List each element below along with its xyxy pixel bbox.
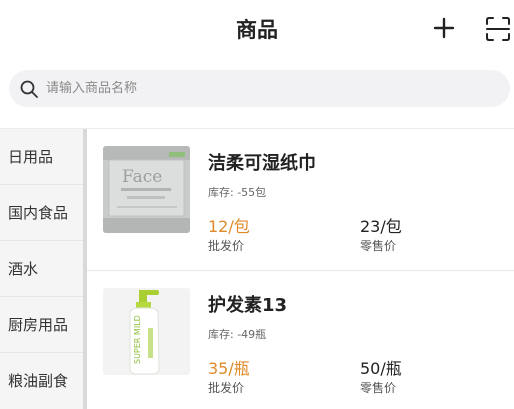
wholesale-price: 12/包	[208, 217, 250, 236]
scan-button[interactable]	[485, 16, 511, 42]
product-image: Face	[103, 146, 190, 233]
retail-price: 50/瓶	[360, 359, 402, 378]
product-image: SUPER MILD	[103, 288, 190, 375]
svg-text:Face: Face	[122, 167, 162, 187]
scan-icon	[486, 17, 510, 41]
retail-price: 23/包	[360, 217, 402, 236]
search-input[interactable]	[46, 70, 486, 107]
top-bar: 商品	[0, 0, 514, 60]
svg-text:SUPER MILD: SUPER MILD	[133, 315, 142, 364]
product-item[interactable]: Face 洁柔可湿纸巾 库存: -55包 12/包 批发价 23/包 零售价	[87, 129, 514, 270]
sidebar-item-domestic-food[interactable]: 国内食品	[0, 185, 83, 241]
add-button[interactable]	[430, 14, 458, 42]
retail-label: 零售价	[360, 381, 397, 395]
stock-text: 库存: -55包	[208, 186, 267, 199]
product-name: 洁柔可湿纸巾	[208, 153, 316, 174]
search-bar	[9, 70, 510, 107]
category-sidebar: 日用品 国内食品 酒水 厨房用品 粮油副食	[0, 129, 83, 409]
product-item[interactable]: SUPER MILD 护发素13 库存: -49瓶 35/瓶 批发价 50/瓶 …	[87, 271, 514, 409]
search-icon	[20, 80, 38, 98]
wholesale-label: 批发价	[208, 381, 245, 395]
wholesale-label: 批发价	[208, 239, 245, 253]
plus-icon	[433, 17, 455, 39]
sidebar-item-drinks[interactable]: 酒水	[0, 241, 83, 297]
product-name: 护发素13	[208, 295, 288, 316]
sidebar-item-grain-oil[interactable]: 粮油副食	[0, 353, 83, 409]
sidebar-item-kitchen[interactable]: 厨房用品	[0, 297, 83, 353]
sidebar-item-daily-goods[interactable]: 日用品	[0, 129, 83, 185]
retail-label: 零售价	[360, 239, 397, 253]
wholesale-price: 35/瓶	[208, 359, 250, 378]
stock-text: 库存: -49瓶	[208, 328, 267, 341]
